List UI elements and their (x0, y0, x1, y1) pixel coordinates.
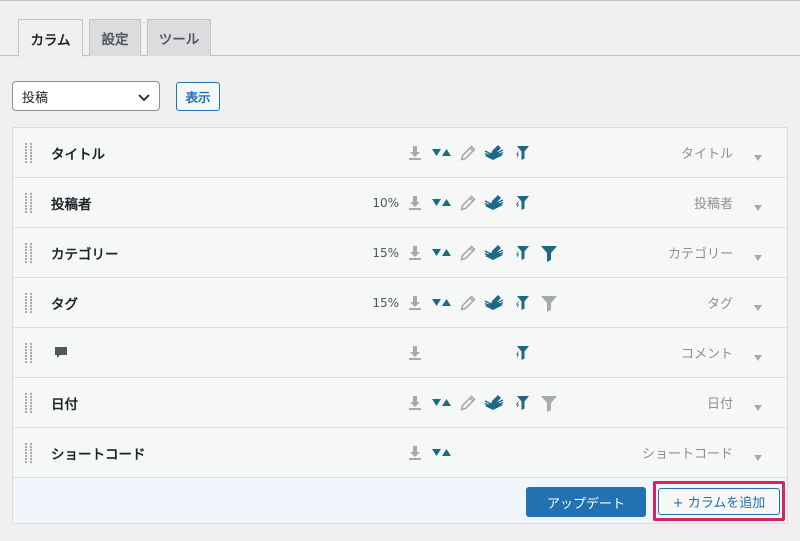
sort-icon[interactable] (431, 244, 453, 262)
drag-handle-icon[interactable] (25, 343, 33, 363)
download-icon[interactable] (406, 344, 424, 362)
column-type: タグ (706, 297, 733, 312)
smart-filter-icon[interactable] (513, 194, 531, 212)
column-label[interactable]: タグ (51, 278, 78, 327)
column-label[interactable]: カテゴリー (51, 228, 119, 277)
tab-bar: カラム 設定 ツール (0, 19, 800, 57)
smart-filter-icon[interactable] (513, 294, 531, 312)
expand-toggle-icon[interactable] (753, 147, 763, 161)
comment-icon (54, 346, 68, 360)
bulk-edit-icon[interactable] (483, 144, 505, 162)
edit-icon[interactable] (459, 394, 477, 412)
tab-settings[interactable]: 設定 (89, 19, 141, 56)
filter-icon[interactable] (540, 394, 558, 412)
column-type: コメント (680, 347, 733, 362)
sort-icon[interactable] (431, 144, 453, 162)
download-icon[interactable] (406, 244, 424, 262)
top-border (0, 0, 800, 1)
column-width: 15% (372, 245, 399, 260)
edit-icon[interactable] (459, 244, 477, 262)
download-icon[interactable] (406, 444, 424, 462)
download-icon[interactable] (406, 394, 424, 412)
add-column-button[interactable]: + カラムを追加 (658, 488, 780, 515)
sort-icon[interactable] (431, 294, 453, 312)
smart-filter-icon[interactable] (513, 344, 531, 362)
download-icon[interactable] (406, 194, 424, 212)
column-label[interactable]: 日付 (51, 378, 78, 427)
column-type: ショートコード (641, 447, 733, 462)
drag-handle-icon[interactable] (25, 243, 33, 263)
tab-columns[interactable]: カラム (18, 19, 83, 57)
bulk-edit-icon[interactable] (483, 244, 505, 262)
update-button[interactable]: アップデート (526, 487, 646, 517)
column-label[interactable]: ショートコード (51, 428, 146, 477)
show-button[interactable]: 表示 (176, 82, 220, 111)
smart-filter-icon[interactable] (513, 144, 531, 162)
chevron-down-icon (138, 94, 150, 102)
bulk-edit-icon[interactable] (483, 394, 505, 412)
column-row[interactable]: 投稿者 10% 投稿者 (13, 178, 787, 228)
column-width: 10% (372, 195, 399, 210)
tab-tools[interactable]: ツール (147, 19, 211, 56)
column-label[interactable] (51, 328, 68, 377)
expand-toggle-icon[interactable] (753, 197, 763, 211)
column-type: カテゴリー (667, 247, 733, 262)
sort-icon[interactable] (431, 444, 453, 462)
expand-toggle-icon[interactable] (753, 347, 763, 361)
expand-toggle-icon[interactable] (753, 297, 763, 311)
panel-footer: アップデート + カラムを追加 (13, 478, 787, 523)
column-type: 投稿者 (693, 197, 733, 212)
drag-handle-icon[interactable] (25, 393, 33, 413)
edit-icon[interactable] (459, 144, 477, 162)
columns-panel: タイトル タイトル 投稿者 10% 投稿者 カテゴリー 15% カテゴリー タグ 15% タグ コメン… (12, 127, 788, 524)
expand-toggle-icon[interactable] (753, 447, 763, 461)
bulk-edit-icon[interactable] (483, 194, 505, 212)
column-row[interactable]: コメント (13, 328, 787, 378)
download-icon[interactable] (406, 294, 424, 312)
drag-handle-icon[interactable] (25, 143, 33, 163)
post-type-select-value: 投稿 (22, 90, 49, 106)
download-icon[interactable] (406, 144, 424, 162)
edit-icon[interactable] (459, 294, 477, 312)
column-label[interactable]: タイトル (51, 128, 105, 177)
column-row[interactable]: タイトル タイトル (13, 128, 787, 178)
drag-handle-icon[interactable] (25, 443, 33, 463)
column-row[interactable]: タグ 15% タグ (13, 278, 787, 328)
sort-icon[interactable] (431, 394, 453, 412)
column-row[interactable]: カテゴリー 15% カテゴリー (13, 228, 787, 278)
sort-icon[interactable] (431, 194, 453, 212)
filter-icon[interactable] (540, 244, 558, 262)
post-type-select[interactable]: 投稿 (12, 81, 160, 111)
column-row[interactable]: ショートコード ショートコード (13, 428, 787, 478)
column-type: タイトル (680, 147, 733, 162)
column-row[interactable]: 日付 日付 (13, 378, 787, 428)
bulk-edit-icon[interactable] (483, 294, 505, 312)
column-width: 15% (372, 295, 399, 310)
smart-filter-icon[interactable] (513, 244, 531, 262)
drag-handle-icon[interactable] (25, 293, 33, 313)
filter-icon[interactable] (540, 294, 558, 312)
smart-filter-icon[interactable] (513, 394, 531, 412)
column-type: 日付 (706, 397, 733, 412)
expand-toggle-icon[interactable] (753, 247, 763, 261)
expand-toggle-icon[interactable] (753, 397, 763, 411)
column-label[interactable]: 投稿者 (51, 178, 92, 227)
add-column-highlight: + カラムを追加 (653, 481, 785, 521)
edit-icon[interactable] (459, 194, 477, 212)
drag-handle-icon[interactable] (25, 193, 33, 213)
